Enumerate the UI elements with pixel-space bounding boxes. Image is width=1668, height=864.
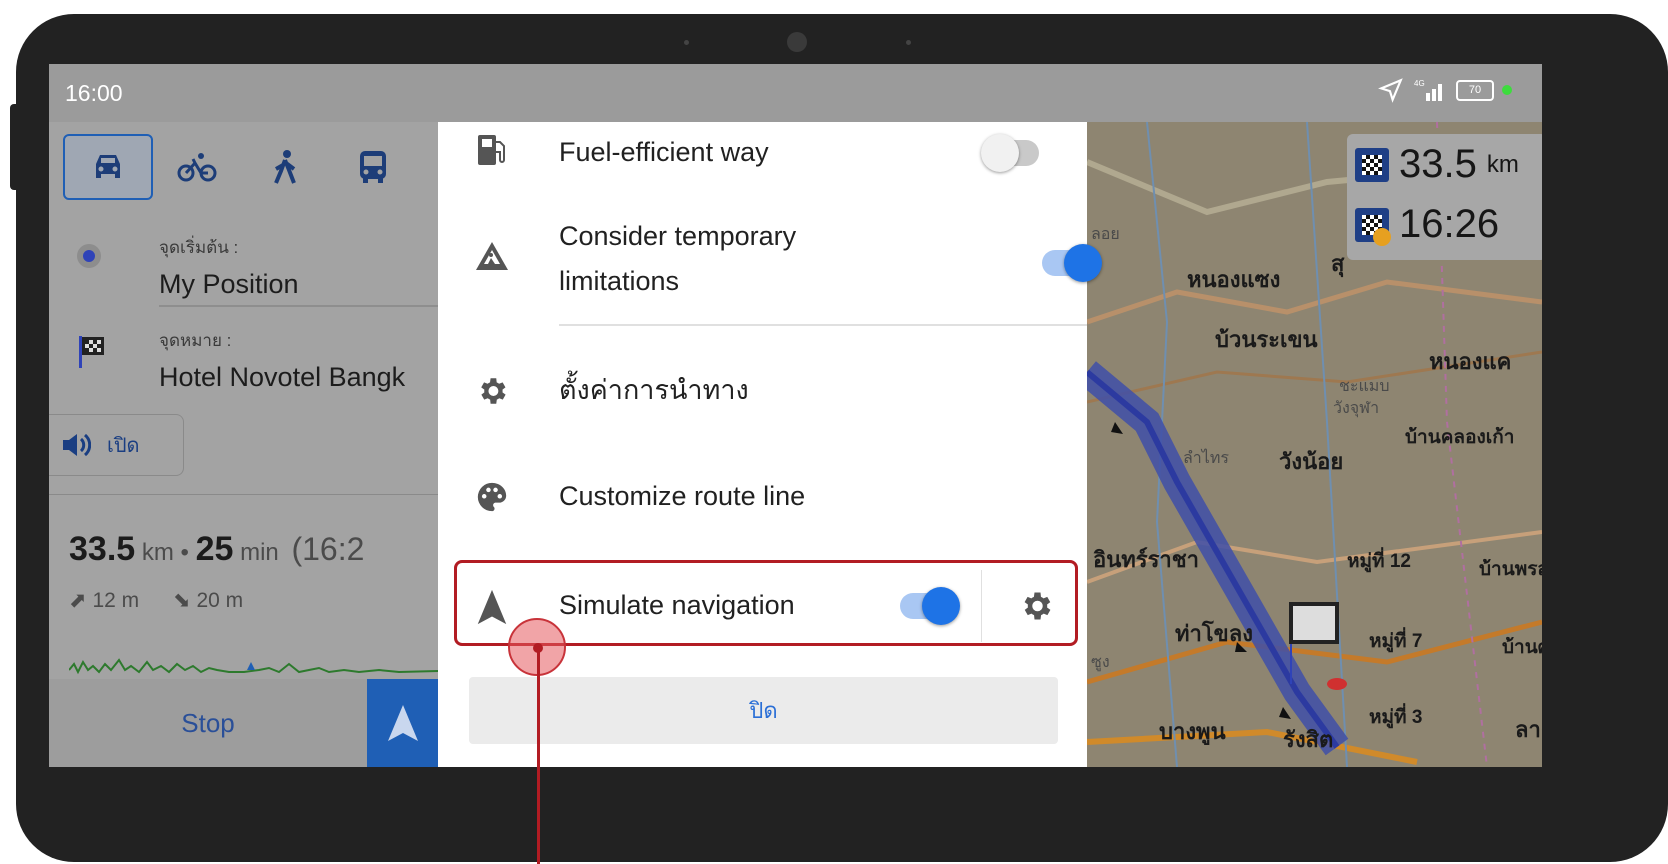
route-distance-unit: km <box>141 539 174 566</box>
ascent-icon: ⬈ <box>69 589 87 612</box>
map-label: หมู่ที่ 3 <box>1369 707 1423 728</box>
bicycle-mode-button[interactable] <box>153 134 241 200</box>
option-fuel-efficient[interactable]: Fuel-efficient way <box>438 122 1087 184</box>
transport-modes <box>63 134 417 200</box>
signal-4g-icon: 4G <box>1414 79 1442 101</box>
option-label: ตั้งค่าการนำทาง <box>559 375 749 405</box>
battery-icon: 70 <box>1456 79 1494 101</box>
walk-icon <box>274 150 296 184</box>
fuel-efficient-toggle[interactable] <box>981 134 1039 172</box>
bus-icon <box>360 151 386 183</box>
map-label-small: วังจุฬา <box>1333 400 1380 417</box>
map-label: สุ <box>1331 251 1345 276</box>
screen: 16:00 4G 70 จุดเริ่มต้น : My Position จุ… <box>49 64 1542 767</box>
map-label: หนองแค <box>1429 349 1512 374</box>
map-label: หนองแซง <box>1187 267 1281 292</box>
field-divider <box>159 305 439 307</box>
car-icon <box>96 155 120 178</box>
front-camera <box>787 32 807 52</box>
route-summary: 33.5 km • 25 min (16:2 <box>69 530 364 569</box>
route-duration-unit: min <box>240 539 279 566</box>
map-label: ลาดส <box>1515 717 1542 742</box>
map-label-small: ซูง <box>1091 654 1110 671</box>
voice-toggle-label: เปิด <box>107 435 140 457</box>
option-customize-route-line[interactable]: Customize route line <box>438 450 1087 546</box>
destination-flag-icon <box>77 334 107 377</box>
temporary-limitations-toggle[interactable] <box>1042 244 1102 282</box>
stop-button[interactable]: Stop <box>49 679 367 767</box>
descent-value: 20 m <box>196 589 244 612</box>
route-panel: จุดเริ่มต้น : My Position จุดหมาย : Hote… <box>49 122 439 767</box>
start-value: My Position <box>159 269 299 299</box>
callout-line <box>537 652 540 864</box>
start-label: จุดเริ่มต้น : <box>159 238 239 257</box>
option-label: Consider temporary limitations <box>559 221 797 296</box>
elevation-summary: ⬈ 12 m ⬊ 20 m <box>69 588 243 613</box>
sensor-dot <box>906 40 911 45</box>
map-label: บ้านคลองเก้า <box>1405 427 1515 448</box>
remaining-distance: 33.5 <box>1399 142 1477 186</box>
map-label-small: ลำไทร <box>1183 450 1229 467</box>
eta-value: 16:26 <box>1399 202 1500 246</box>
map-label: บ้านศรี <box>1502 637 1542 658</box>
status-icons: 4G 70 <box>1378 77 1512 103</box>
eta-flag-clock-icon <box>1355 207 1391 246</box>
start-navigation-button[interactable] <box>367 679 438 767</box>
privacy-indicator <box>1502 85 1512 95</box>
ascent-value: 12 m <box>92 589 140 612</box>
destination-value: Hotel Novotel Bangk <box>159 362 406 392</box>
map-label: บางพูน <box>1159 719 1226 744</box>
option-label: Fuel-efficient way <box>559 137 769 167</box>
navigation-arrow-icon <box>387 705 418 741</box>
svg-text:4G: 4G <box>1414 79 1425 88</box>
bicycle-icon <box>177 153 217 182</box>
map-label: อินทร์ราชา <box>1093 547 1200 572</box>
map-label-small: ลอย <box>1091 226 1120 243</box>
sensor-dot <box>684 40 689 45</box>
clock: 16:00 <box>65 80 123 106</box>
option-navigation-settings[interactable]: ตั้งค่าการนำทาง <box>438 344 1087 440</box>
bus-mode-button[interactable] <box>329 134 417 200</box>
car-mode-button[interactable] <box>63 134 153 200</box>
side-button <box>10 104 20 190</box>
route-distance: 33.5 <box>69 530 136 568</box>
option-temporary-limitations[interactable]: Consider temporary limitations <box>438 202 1102 314</box>
road-works-icon <box>472 240 512 280</box>
map-label: ท่าโขลง <box>1175 621 1253 646</box>
summary-separator: • <box>180 539 189 566</box>
status-bar: 16:00 4G 70 <box>49 64 1542 122</box>
map-label: บ้วนระเขน <box>1215 327 1318 352</box>
option-label: Customize route line <box>559 481 806 511</box>
route-duration: 25 <box>195 530 234 568</box>
map-label: บ้านพรสา <box>1479 559 1542 580</box>
map-label: หมู่ที่ 7 <box>1369 631 1423 652</box>
eta-row: 16:26 <box>1355 202 1499 247</box>
destination-label: จุดหมาย : <box>159 331 232 350</box>
palette-icon <box>472 480 512 522</box>
fuel-pump-icon <box>472 132 512 176</box>
finish-flag-icon <box>1355 147 1389 182</box>
location-arrow-icon <box>1378 78 1403 103</box>
descent-icon: ⬊ <box>172 589 191 612</box>
destination-field[interactable]: จุดหมาย : Hotel Novotel Bangk <box>159 327 405 393</box>
map-label: วังน้อย <box>1279 449 1344 474</box>
close-button[interactable]: ปิด <box>469 677 1058 744</box>
remaining-distance-unit: km <box>1486 150 1519 178</box>
remaining-distance-row: 33.5 km <box>1355 142 1519 187</box>
map-label: รังสิต <box>1283 727 1334 752</box>
trip-info-widget[interactable]: 33.5 km 16:26 <box>1347 134 1542 260</box>
route-arrival: (16:2 <box>291 531 365 567</box>
map-label: หมู่ที่ 12 <box>1347 551 1411 572</box>
start-field[interactable]: จุดเริ่มต้น : My Position <box>159 234 299 300</box>
walk-mode-button[interactable] <box>241 134 329 200</box>
gear-icon <box>472 374 512 416</box>
speaker-icon <box>63 433 91 457</box>
section-divider <box>49 494 438 495</box>
option-divider <box>559 324 1087 326</box>
elevation-graph <box>69 658 438 675</box>
start-point-icon <box>77 244 101 268</box>
voice-toggle-button[interactable]: เปิด <box>49 414 184 476</box>
